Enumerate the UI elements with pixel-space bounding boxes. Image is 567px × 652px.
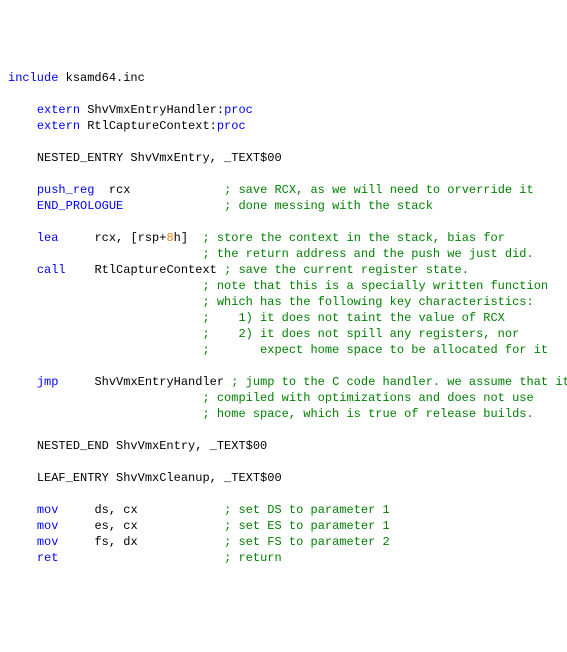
code-line <box>8 166 559 182</box>
code-line <box>8 422 559 438</box>
code-line: ; 1) it does not taint the value of RCX <box>8 310 559 326</box>
assembly-code-listing: include ksamd64.inc extern ShvVmxEntryHa… <box>8 70 559 566</box>
code-line <box>8 134 559 150</box>
code-line: ; 2) it does not spill any registers, no… <box>8 326 559 342</box>
code-line: ; the return address and the push we jus… <box>8 246 559 262</box>
code-line: push_reg rcx ; save RCX, as we will need… <box>8 182 559 198</box>
code-line: include ksamd64.inc <box>8 70 559 86</box>
code-line: lea rcx, [rsp+8h] ; store the context in… <box>8 230 559 246</box>
code-line: ret ; return <box>8 550 559 566</box>
code-line <box>8 358 559 374</box>
code-line: call RtlCaptureContext ; save the curren… <box>8 262 559 278</box>
code-line <box>8 486 559 502</box>
code-line: ; compiled with optimizations and does n… <box>8 390 559 406</box>
code-line: END_PROLOGUE ; done messing with the sta… <box>8 198 559 214</box>
code-line: extern RtlCaptureContext:proc <box>8 118 559 134</box>
code-line: NESTED_END ShvVmxEntry, _TEXT$00 <box>8 438 559 454</box>
code-line: ; which has the following key characteri… <box>8 294 559 310</box>
code-line: ; note that this is a specially written … <box>8 278 559 294</box>
code-line: ; expect home space to be allocated for … <box>8 342 559 358</box>
code-line: LEAF_ENTRY ShvVmxCleanup, _TEXT$00 <box>8 470 559 486</box>
code-line <box>8 214 559 230</box>
code-line: NESTED_ENTRY ShvVmxEntry, _TEXT$00 <box>8 150 559 166</box>
code-line: mov ds, cx ; set DS to parameter 1 <box>8 502 559 518</box>
code-line: extern ShvVmxEntryHandler:proc <box>8 102 559 118</box>
code-line <box>8 86 559 102</box>
code-line: mov fs, dx ; set FS to parameter 2 <box>8 534 559 550</box>
code-line <box>8 454 559 470</box>
code-line: jmp ShvVmxEntryHandler ; jump to the C c… <box>8 374 559 390</box>
code-line: ; home space, which is true of release b… <box>8 406 559 422</box>
